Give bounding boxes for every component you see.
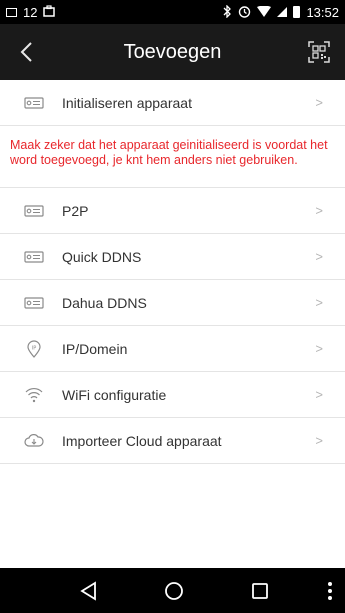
chevron-right-icon: > xyxy=(315,341,323,356)
qr-scan-button[interactable] xyxy=(307,40,331,64)
wifi-signal-icon xyxy=(257,5,272,19)
back-button[interactable] xyxy=(18,40,38,64)
wifi-icon xyxy=(24,386,44,404)
list-item-ip-domain[interactable]: IP IP/Domein > xyxy=(0,326,345,372)
system-nav-bar xyxy=(0,568,345,613)
nav-home-button[interactable] xyxy=(163,580,185,602)
list-item-label: WiFi configuratie xyxy=(62,386,167,403)
square-recents-icon xyxy=(252,583,268,599)
chevron-right-icon: > xyxy=(315,249,323,264)
nav-menu-button[interactable] xyxy=(327,580,333,602)
list-item-label: Quick DDNS xyxy=(62,248,142,265)
status-bar: 12 13:52 xyxy=(0,0,345,24)
list-item-initialize-device[interactable]: Initialiseren apparaat > xyxy=(0,80,345,126)
app-bar: Toevoegen xyxy=(0,24,345,80)
more-vert-icon xyxy=(328,582,332,600)
chevron-right-icon: > xyxy=(315,295,323,310)
ip-pin-icon: IP xyxy=(24,340,44,358)
list-item-p2p[interactable]: P2P > xyxy=(0,188,345,234)
notification-icon xyxy=(6,7,17,17)
chevron-left-icon xyxy=(20,42,32,62)
nav-back-button[interactable] xyxy=(78,580,100,602)
initialize-warning-text: Maak zeker dat het apparaat geinitialise… xyxy=(0,126,345,188)
chevron-right-icon: > xyxy=(315,387,323,402)
circle-home-icon xyxy=(165,582,183,600)
add-options-list: Initialiseren apparaat > Maak zeker dat … xyxy=(0,80,345,464)
device-icon xyxy=(24,248,44,266)
chevron-right-icon: > xyxy=(315,433,323,448)
status-time: 13:52 xyxy=(306,4,339,20)
nav-recents-button[interactable] xyxy=(249,580,271,602)
status-left-text: 12 xyxy=(23,4,38,20)
list-item-label: Dahua DDNS xyxy=(62,294,147,311)
device-icon xyxy=(24,202,44,220)
battery-icon xyxy=(293,6,301,18)
cell-signal-icon xyxy=(277,7,288,17)
device-icon xyxy=(24,294,44,312)
briefcase-icon xyxy=(43,5,56,19)
list-item-label: Initialiseren apparaat xyxy=(62,94,192,111)
cloud-import-icon xyxy=(24,432,44,450)
device-icon xyxy=(24,94,44,112)
alarm-icon xyxy=(238,5,251,20)
page-title: Toevoegen xyxy=(123,40,222,63)
list-item-quick-ddns[interactable]: Quick DDNS > xyxy=(0,234,345,280)
list-item-wifi-config[interactable]: WiFi configuratie > xyxy=(0,372,345,418)
list-item-dahua-ddns[interactable]: Dahua DDNS > xyxy=(0,280,345,326)
chevron-right-icon: > xyxy=(315,203,323,218)
list-item-import-cloud[interactable]: Importeer Cloud apparaat > xyxy=(0,418,345,464)
list-item-label: P2P xyxy=(62,202,89,219)
svg-text:IP: IP xyxy=(32,346,37,352)
qr-scan-icon xyxy=(308,41,330,63)
triangle-back-icon xyxy=(80,581,96,601)
bluetooth-icon xyxy=(223,3,232,20)
list-item-label: IP/Domein xyxy=(62,340,128,357)
chevron-right-icon: > xyxy=(315,95,323,110)
list-item-label: Importeer Cloud apparaat xyxy=(62,432,222,449)
